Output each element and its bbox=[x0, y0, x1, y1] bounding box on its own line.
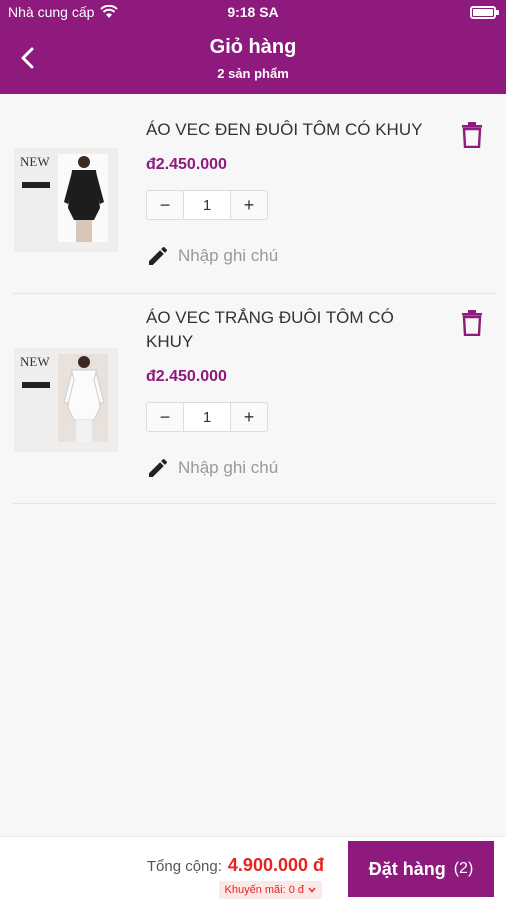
status-bar: Nhà cung cấp 9:18 SA bbox=[0, 0, 506, 26]
decrease-button[interactable]: − bbox=[147, 191, 183, 219]
white-jacket-image[interactable]: NEW bbox=[14, 348, 118, 452]
product-price: đ2.450.000 bbox=[146, 368, 227, 385]
chevron-down-icon bbox=[308, 887, 316, 893]
promo-label: Khuyến mãi: 0 đ bbox=[224, 884, 305, 896]
product-price: đ2.450.000 bbox=[146, 156, 227, 173]
note-field[interactable]: Nhập ghi chú bbox=[146, 244, 278, 268]
page-title: Giỏ hàng bbox=[209, 36, 297, 58]
pencil-icon bbox=[149, 458, 168, 477]
total-summary: Tổng cộng: 4.900.000 đ bbox=[147, 855, 324, 876]
cart-item: NEW ÁO VEC TRẮNG ĐUÔI TÔM CÓ KHUY đ2.450… bbox=[12, 294, 496, 504]
total-value: 4.900.000 đ bbox=[227, 855, 324, 875]
quantity-stepper: − 1 + bbox=[146, 402, 268, 432]
trash-icon bbox=[462, 122, 482, 149]
quantity-value[interactable]: 1 bbox=[183, 191, 231, 219]
product-name[interactable]: ÁO VEC ĐEN ĐUÔI TÔM CÓ KHUY bbox=[146, 118, 446, 142]
status-time: 9:18 SA bbox=[227, 4, 279, 20]
place-order-button[interactable]: Đặt hàng (2) bbox=[348, 841, 494, 897]
decrease-button[interactable]: − bbox=[147, 403, 183, 431]
promo-badge[interactable]: Khuyến mãi: 0 đ bbox=[218, 881, 322, 899]
order-label: Đặt hàng bbox=[368, 858, 446, 879]
total-label: Tổng cộng: bbox=[146, 858, 222, 875]
order-count: (2) bbox=[453, 860, 474, 877]
delete-button[interactable] bbox=[460, 122, 484, 149]
note-field[interactable]: Nhập ghi chú bbox=[146, 456, 278, 480]
note-placeholder: Nhập ghi chú bbox=[178, 458, 279, 477]
note-placeholder: Nhập ghi chú bbox=[178, 246, 279, 265]
app-header: Nhà cung cấp 9:18 SA Giỏ hàng 2 sản phẩm bbox=[0, 0, 506, 94]
delete-button[interactable] bbox=[460, 310, 484, 337]
svg-text:NEW: NEW bbox=[20, 354, 50, 369]
quantity-stepper: − 1 + bbox=[146, 190, 268, 220]
checkout-bar: Tổng cộng: 4.900.000 đ Khuyến mãi: 0 đ Đ… bbox=[0, 836, 506, 900]
item-count-subtitle: 2 sản phẩm bbox=[217, 66, 289, 81]
quantity-value[interactable]: 1 bbox=[183, 403, 231, 431]
pencil-icon bbox=[149, 246, 168, 265]
black-jacket-image[interactable]: NEW bbox=[14, 148, 118, 252]
battery-icon bbox=[470, 6, 499, 19]
trash-icon bbox=[462, 310, 482, 337]
increase-button[interactable]: + bbox=[231, 191, 267, 219]
product-name[interactable]: ÁO VEC TRẮNG ĐUÔI TÔM CÓ KHUY bbox=[146, 306, 436, 354]
cart-item: NEW ÁO VEC ĐEN ĐUÔI TÔM CÓ KHUY đ2.450.0… bbox=[12, 94, 496, 294]
increase-button[interactable]: + bbox=[231, 403, 267, 431]
svg-text:NEW: NEW bbox=[20, 154, 50, 169]
